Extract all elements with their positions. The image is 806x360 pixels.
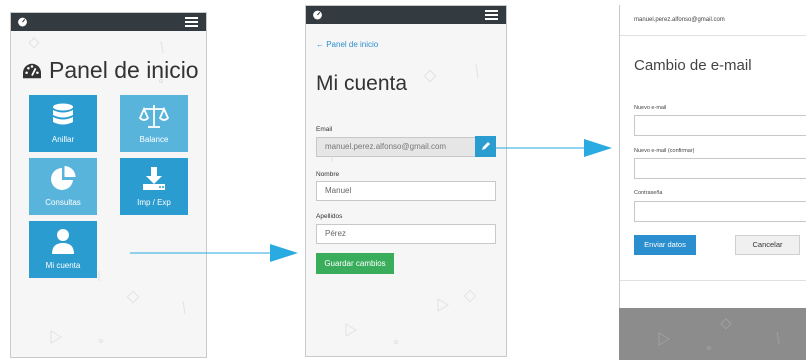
arrow-head-2 [584, 139, 612, 157]
arrow-head-1 [270, 244, 298, 262]
flow-arrows [130, 139, 612, 262]
